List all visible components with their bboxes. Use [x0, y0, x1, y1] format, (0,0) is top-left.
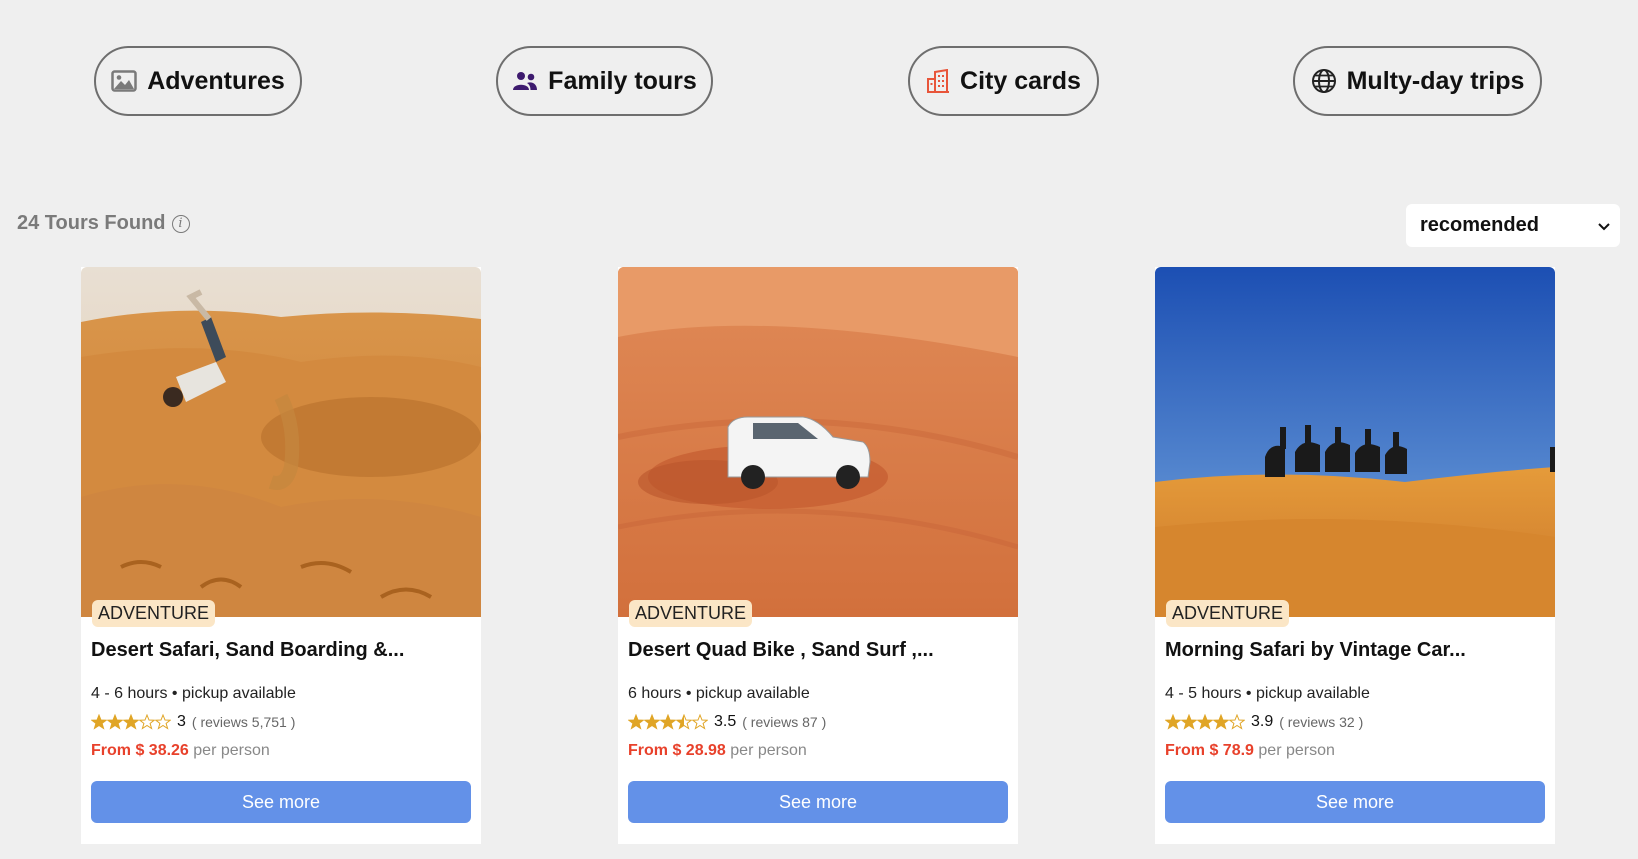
tour-rating: 3.5 ( reviews 87 ): [628, 713, 826, 731]
results-count-text: 24 Tours Found: [17, 212, 166, 234]
tour-image-dune-bashing[interactable]: [618, 267, 1018, 617]
reviews-count: ( reviews 87 ): [742, 714, 827, 730]
see-more-button[interactable]: See more: [91, 781, 471, 823]
category-label: Multy-day trips: [1346, 66, 1525, 95]
star-icon: [91, 714, 107, 730]
tour-title[interactable]: Desert Safari, Sand Boarding &...: [91, 639, 471, 662]
reviews-count: ( reviews 32 ): [1279, 714, 1364, 730]
tour-price: From $ 28.98 per person: [628, 742, 807, 760]
star-icon: [155, 714, 171, 730]
tour-price: From $ 38.26 per person: [91, 742, 270, 760]
tour-meta: 4 - 6 hours • pickup available: [91, 685, 296, 702]
info-icon[interactable]: i: [171, 214, 190, 233]
image-icon: [111, 70, 137, 92]
tour-card[interactable]: ADVENTURE Morning Safari by Vintage Car.…: [1155, 267, 1555, 844]
star-icon: [139, 714, 155, 730]
category-label: Adventures: [147, 66, 285, 95]
price-unit: per person: [193, 742, 270, 759]
star-icon: [107, 714, 123, 730]
tour-image-sandboarding[interactable]: [81, 267, 481, 617]
price-unit: per person: [730, 742, 807, 759]
star-rating: [1165, 714, 1245, 730]
tour-meta: 4 - 5 hours • pickup available: [1165, 685, 1370, 702]
price-amount: From $ 78.9: [1165, 742, 1254, 759]
tour-pickup: pickup available: [1255, 685, 1370, 702]
see-more-button[interactable]: See more: [1165, 781, 1545, 823]
tour-meta: 6 hours • pickup available: [628, 685, 810, 702]
globe-icon: [1311, 68, 1337, 94]
star-icon: [1197, 714, 1213, 730]
tour-rating: 3 ( reviews 5,751 ): [91, 713, 295, 731]
category-label: Family tours: [548, 66, 697, 95]
results-count: 24 Tours Found i: [17, 212, 190, 235]
sort-select[interactable]: recomended: [1406, 204, 1620, 247]
category-label: City cards: [960, 66, 1081, 95]
tour-title[interactable]: Desert Quad Bike , Sand Surf ,...: [628, 639, 1008, 662]
star-icon: [1213, 714, 1229, 730]
tour-card[interactable]: ADVENTURE Desert Safari, Sand Boarding &…: [81, 267, 481, 844]
price-amount: From $ 38.26: [91, 742, 189, 759]
tour-pickup: pickup available: [181, 685, 296, 702]
category-tag: ADVENTURE: [629, 600, 753, 627]
tour-image-camel-caravan[interactable]: [1155, 267, 1555, 617]
tour-title[interactable]: Morning Safari by Vintage Car...: [1165, 639, 1545, 662]
category-tag: ADVENTURE: [92, 600, 216, 627]
star-icon: [1165, 714, 1181, 730]
reviews-count: ( reviews 5,751 ): [191, 714, 296, 730]
star-icon: [692, 714, 708, 730]
price-amount: From $ 28.98: [628, 742, 726, 759]
sort-selected-value: recomended: [1420, 214, 1539, 236]
rating-value: 3.9: [1251, 713, 1274, 730]
tour-pickup: pickup available: [695, 685, 810, 702]
tour-duration: 6 hours: [628, 685, 682, 702]
star-icon: [628, 714, 644, 730]
category-button-adventures[interactable]: Adventures: [94, 46, 302, 116]
city-building-icon: [926, 69, 950, 93]
price-unit: per person: [1258, 742, 1335, 759]
star-icon: [123, 714, 139, 730]
tour-price: From $ 78.9 per person: [1165, 742, 1335, 760]
chevron-down-icon: [1598, 214, 1610, 237]
see-more-button[interactable]: See more: [628, 781, 1008, 823]
star-rating: [628, 714, 708, 730]
people-icon: [512, 71, 538, 91]
category-button-family-tours[interactable]: Family tours: [496, 46, 713, 116]
category-button-multy-day-trips[interactable]: Multy-day trips: [1293, 46, 1542, 116]
star-icon: [660, 714, 676, 730]
rating-value: 3: [177, 713, 186, 730]
star-icon: [644, 714, 660, 730]
star-icon: [676, 714, 692, 730]
category-tag: ADVENTURE: [1166, 600, 1290, 627]
star-icon: [1229, 714, 1245, 730]
star-rating: [91, 714, 171, 730]
tour-card[interactable]: ADVENTURE Desert Quad Bike , Sand Surf ,…: [618, 267, 1018, 844]
star-icon: [1181, 714, 1197, 730]
tour-rating: 3.9 ( reviews 32 ): [1165, 713, 1363, 731]
tour-duration: 4 - 5 hours: [1165, 685, 1242, 702]
category-button-city-cards[interactable]: City cards: [908, 46, 1099, 116]
tour-duration: 4 - 6 hours: [91, 685, 168, 702]
rating-value: 3.5: [714, 713, 737, 730]
